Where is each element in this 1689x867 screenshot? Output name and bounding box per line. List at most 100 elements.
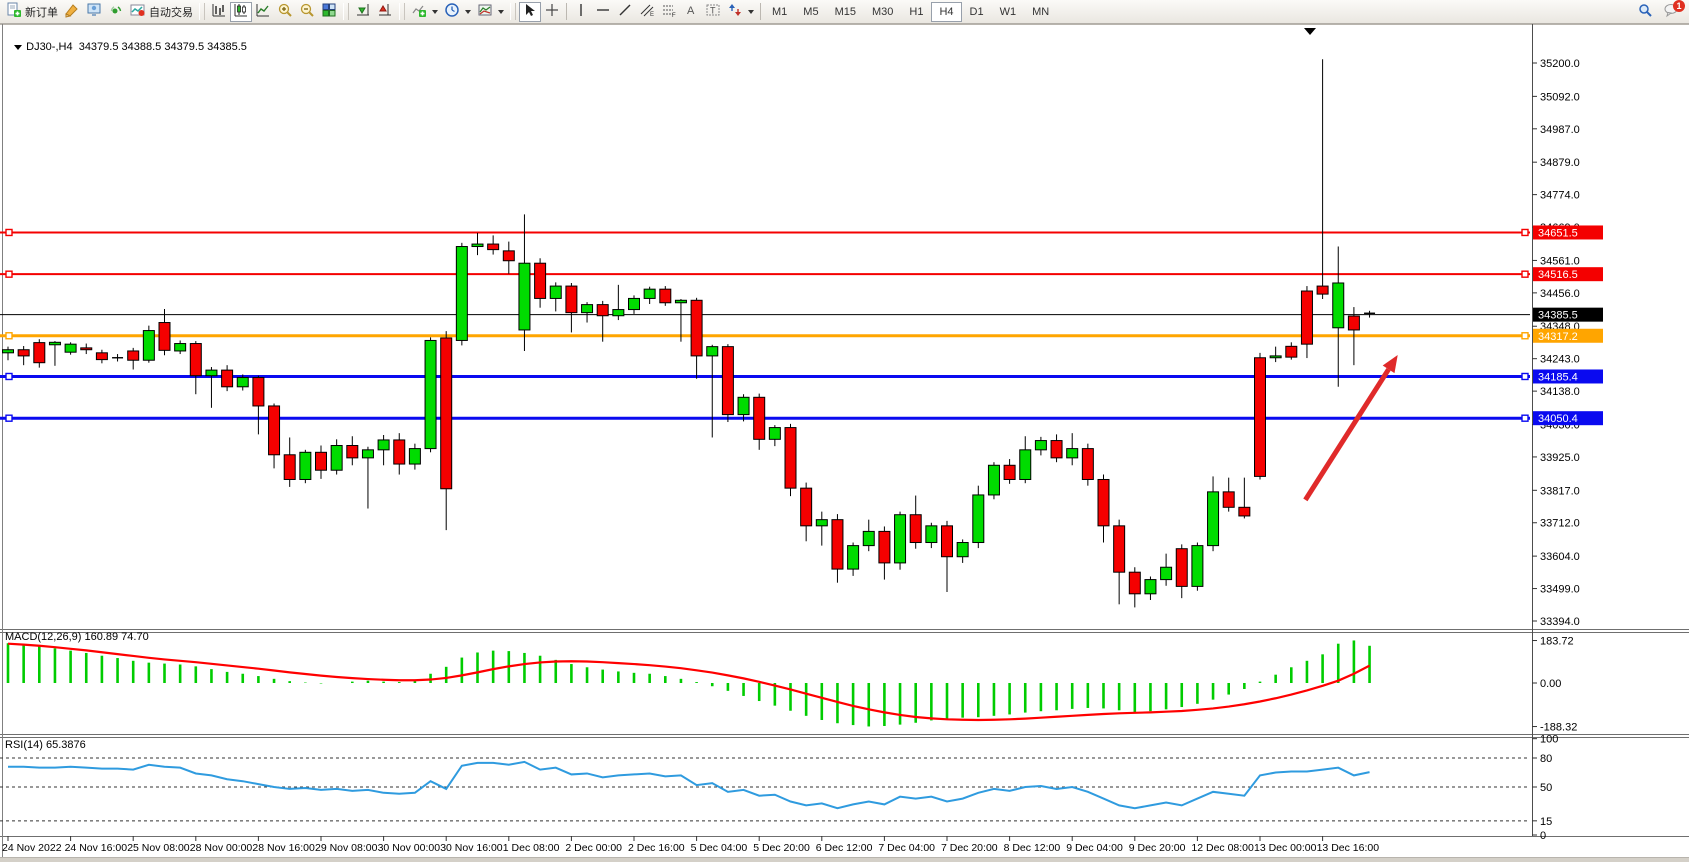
auto-scroll-button[interactable] <box>352 2 374 22</box>
svg-text:34561.0: 34561.0 <box>1540 255 1580 267</box>
tab-H1[interactable]: H1 <box>901 2 931 22</box>
svg-text:33604.0: 33604.0 <box>1540 551 1580 563</box>
horizontal-line-icon <box>595 2 611 21</box>
svg-text:28 Nov 00:00: 28 Nov 00:00 <box>190 842 253 854</box>
autotrade-button[interactable]: 自动交易 <box>127 2 196 22</box>
svg-text:50: 50 <box>1540 782 1552 794</box>
svg-text:35200.0: 35200.0 <box>1540 58 1580 70</box>
bar-chart-icon <box>211 2 227 21</box>
macd-label: MACD(12,26,9) 160.89 74.70 <box>5 631 149 643</box>
svg-text:34317.2: 34317.2 <box>1538 331 1578 343</box>
svg-text:34185.4: 34185.4 <box>1538 371 1578 383</box>
svg-text:T: T <box>710 6 716 16</box>
svg-text:8 Dec 12:00: 8 Dec 12:00 <box>1004 842 1061 854</box>
channel-button[interactable]: E <box>636 2 658 22</box>
fibonacci-button[interactable]: F <box>658 2 680 22</box>
svg-text:33925.0: 33925.0 <box>1540 452 1580 464</box>
macd-panel: 183.720.00-188.32 <box>8 636 1577 734</box>
cursor-icon <box>522 2 538 21</box>
chart-shift-icon <box>377 2 393 21</box>
tab-D1[interactable]: D1 <box>962 2 992 22</box>
svg-text:29 Nov 08:00: 29 Nov 08:00 <box>315 842 378 854</box>
svg-text:34456.0: 34456.0 <box>1540 288 1580 300</box>
crosshair-button[interactable] <box>541 2 563 22</box>
horizontal-lines <box>0 229 1530 421</box>
chat-badge: 1 <box>1673 0 1685 12</box>
horizontal-line-button[interactable] <box>592 2 614 22</box>
new-order-button[interactable]: 新订单 <box>3 2 61 22</box>
panel-borders <box>0 24 1689 862</box>
text-a-icon: A <box>683 2 699 21</box>
indicators-button[interactable] <box>408 2 441 22</box>
mt4-window: { "toolbar": { "new_order_label": "新订单",… <box>0 0 1689 862</box>
svg-text:0.00: 0.00 <box>1540 678 1561 690</box>
svg-text:25 Nov 08:00: 25 Nov 08:00 <box>127 842 190 854</box>
zoom-in-icon <box>277 2 293 21</box>
text-label-button[interactable]: T <box>702 2 724 22</box>
templates-button[interactable] <box>474 2 507 22</box>
svg-text:100: 100 <box>1540 734 1558 746</box>
text-button[interactable]: A <box>680 2 702 22</box>
zoom-out-icon <box>299 2 315 21</box>
candle-chart-button[interactable] <box>230 2 252 22</box>
trendline-button[interactable] <box>614 2 636 22</box>
svg-text:7 Dec 20:00: 7 Dec 20:00 <box>941 842 998 854</box>
publisher-button[interactable] <box>83 2 105 22</box>
autotrade-label: 自动交易 <box>149 4 193 20</box>
templates-caret-icon[interactable] <box>498 10 504 14</box>
chart-svg[interactable]: 35200.035092.034987.034879.034774.034669… <box>0 24 1689 862</box>
zoom-out-button[interactable] <box>296 2 318 22</box>
toolbar-separator <box>566 3 567 20</box>
collapse-icon[interactable] <box>14 45 22 50</box>
svg-text:1 Dec 08:00: 1 Dec 08:00 <box>503 842 560 854</box>
crayon-button[interactable] <box>61 2 83 22</box>
toolbar-grip <box>510 3 516 20</box>
periods-caret-icon[interactable] <box>465 10 471 14</box>
bar-chart-button[interactable] <box>208 2 230 22</box>
zoom-in-button[interactable] <box>274 2 296 22</box>
svg-text:13 Dec 16:00: 13 Dec 16:00 <box>1317 842 1380 854</box>
chart-header-text: DJ30-,H4 34379.5 34388.5 34379.5 34385.5 <box>26 41 247 53</box>
svg-text:E: E <box>650 12 654 18</box>
tab-H4[interactable]: H4 <box>931 2 961 22</box>
fibonacci-icon: F <box>661 2 677 21</box>
tile-windows-button[interactable] <box>318 2 340 22</box>
tab-M30[interactable]: M30 <box>864 2 901 22</box>
scroll-to-end-icon[interactable] <box>1304 28 1316 35</box>
tile-windows-icon <box>321 2 337 21</box>
tab-M15[interactable]: M15 <box>827 2 864 22</box>
line-chart-button[interactable] <box>252 2 274 22</box>
periods-button[interactable] <box>441 2 474 22</box>
tab-M1[interactable]: M1 <box>764 2 795 22</box>
svg-text:34243.0: 34243.0 <box>1540 354 1580 366</box>
svg-text:33817.0: 33817.0 <box>1540 485 1580 497</box>
rsi-label: RSI(14) 65.3876 <box>5 739 86 751</box>
chat-button[interactable]: 1 <box>1656 2 1686 22</box>
tab-W1[interactable]: W1 <box>992 2 1025 22</box>
cursor-button[interactable] <box>519 2 541 22</box>
search-button[interactable] <box>1634 2 1656 22</box>
arrows-button[interactable] <box>724 2 757 22</box>
toolbar-grip <box>199 3 205 20</box>
chart-canvas[interactable]: 35200.035092.034987.034879.034774.034669… <box>0 24 1689 867</box>
chart-header: DJ30-,H4 34379.5 34388.5 34379.5 34385.5 <box>8 29 247 53</box>
tab-M5[interactable]: M5 <box>795 2 826 22</box>
candles-layer <box>3 59 1376 607</box>
svg-text:33394.0: 33394.0 <box>1540 616 1580 628</box>
signal-button[interactable] <box>105 2 127 22</box>
time-axis: 24 Nov 202224 Nov 16:0025 Nov 08:0028 No… <box>2 836 1379 854</box>
svg-text:30 Nov 16:00: 30 Nov 16:00 <box>440 842 503 854</box>
trendline-icon <box>617 2 633 21</box>
clock-icon <box>444 2 460 21</box>
rsi-panel: 1008050150 <box>0 734 1558 842</box>
indicators-caret-icon[interactable] <box>432 10 438 14</box>
chart-shift-button[interactable] <box>374 2 396 22</box>
svg-text:34385.5: 34385.5 <box>1538 310 1578 322</box>
timeframe-bar: M1M5M15M30H1H4D1W1MN <box>764 2 1057 22</box>
arrows-caret-icon[interactable] <box>748 10 754 14</box>
tab-MN[interactable]: MN <box>1024 2 1057 22</box>
vertical-line-button[interactable] <box>570 2 592 22</box>
svg-text:0: 0 <box>1540 830 1546 842</box>
svg-text:34651.5: 34651.5 <box>1538 227 1578 239</box>
auto-scroll-icon <box>355 2 371 21</box>
